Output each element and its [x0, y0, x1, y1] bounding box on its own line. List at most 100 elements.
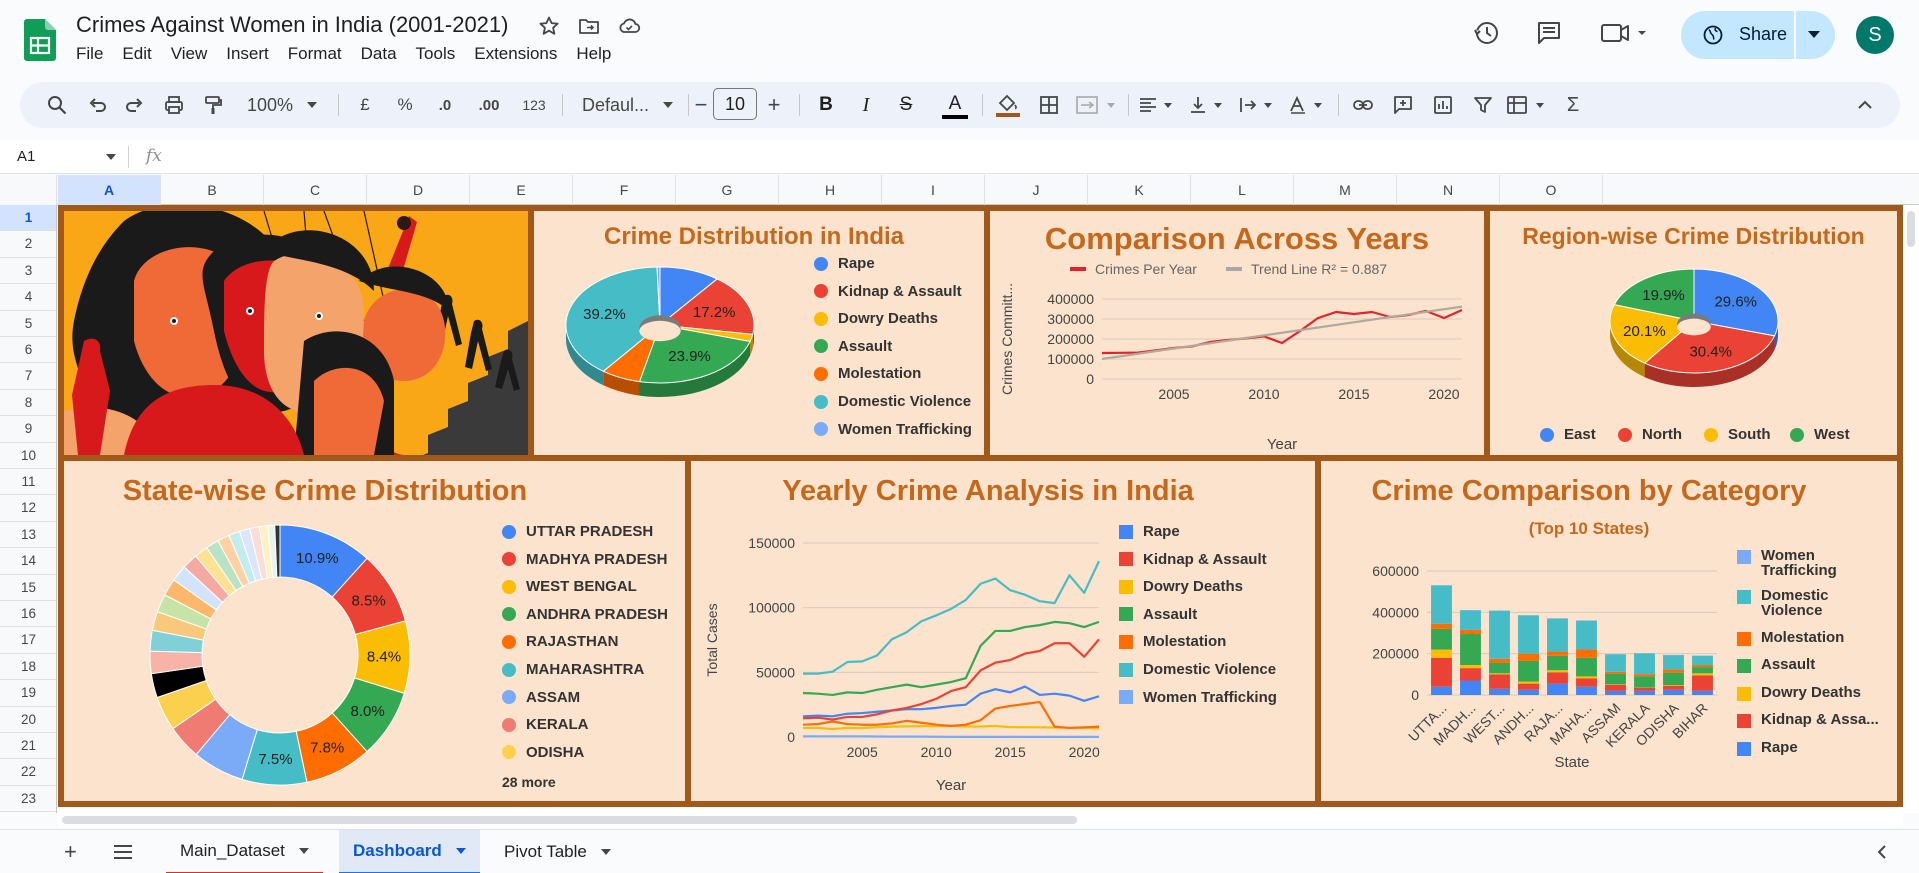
region-pie-chart[interactable]: 29.6% 30.4% 20.1% 19.9% — [1606, 265, 1782, 395]
column-header[interactable]: D — [367, 175, 470, 205]
number-format-button[interactable]: 123 — [514, 82, 554, 128]
row-header[interactable]: 2 — [0, 231, 56, 258]
column-header[interactable]: L — [1191, 175, 1294, 205]
row-header[interactable]: 18 — [0, 654, 56, 681]
text-wrapping-icon[interactable] — [1236, 82, 1280, 128]
row-header[interactable]: 10 — [0, 443, 56, 469]
row-header[interactable]: 23 — [0, 786, 56, 813]
column-header[interactable]: K — [1088, 175, 1191, 205]
text-rotation-icon[interactable] — [1286, 82, 1330, 128]
increase-font-size-button[interactable]: + — [759, 82, 789, 128]
increase-decimal-button[interactable]: .00 — [470, 82, 508, 128]
row-header[interactable]: 1 — [0, 205, 56, 232]
column-header[interactable]: O — [1500, 175, 1603, 205]
share-button[interactable]: Share — [1681, 11, 1835, 59]
column-header[interactable]: I — [882, 175, 985, 205]
fill-color-button[interactable] — [990, 82, 1026, 128]
add-sheet-button[interactable]: + — [64, 830, 77, 873]
currency-format-button[interactable]: £ — [350, 82, 380, 128]
column-header[interactable]: G — [676, 175, 779, 205]
merge-cells-icon[interactable] — [1072, 82, 1122, 128]
name-box-dropdown-icon[interactable] — [106, 154, 116, 160]
column-header[interactable]: A — [58, 175, 161, 205]
state-donut-chart[interactable]: 10.9% 8.5% 8.4% 8.0% 7.8% 7.5% — [148, 523, 412, 787]
bold-button[interactable]: B — [810, 82, 842, 128]
row-header[interactable]: 9 — [0, 416, 56, 443]
filter-views-icon[interactable] — [1504, 82, 1554, 128]
row-header[interactable]: 22 — [0, 759, 56, 786]
row-header[interactable]: 11 — [0, 469, 56, 496]
category-stacked-bar-chart[interactable]: 0200000400000600000UTTA...MADH...WEST...… — [1321, 541, 1731, 801]
print-icon[interactable] — [157, 82, 191, 128]
search-menus-icon[interactable] — [40, 82, 74, 128]
column-header[interactable]: N — [1397, 175, 1500, 205]
row-header[interactable]: 15 — [0, 575, 56, 601]
decrease-font-size-button[interactable]: − — [686, 82, 716, 128]
row-header[interactable]: 19 — [0, 680, 56, 707]
row-header[interactable]: 24 — [0, 812, 56, 813]
star-icon[interactable] — [537, 14, 561, 38]
sheet-tab-pivot-table[interactable]: Pivot Table — [490, 830, 625, 873]
menu-view[interactable]: View — [171, 44, 217, 64]
comparison-line-chart[interactable]: 0 100000 200000 300000 400000 2005 2010 2015 202… — [990, 281, 1484, 455]
row-header[interactable]: 13 — [0, 522, 56, 549]
row-header[interactable]: 5 — [0, 311, 56, 337]
column-header[interactable]: B — [161, 175, 264, 205]
redo-icon[interactable] — [118, 82, 152, 128]
menu-help[interactable]: Help — [576, 44, 620, 64]
crime-distribution-pie-chart[interactable]: 17.2% 23.9% 39.2% — [564, 261, 764, 411]
cloud-status-icon[interactable] — [617, 14, 641, 38]
column-header[interactable]: H — [779, 175, 882, 205]
chevron-down-icon[interactable] — [298, 848, 309, 854]
menu-tools[interactable]: Tools — [416, 44, 465, 64]
share-dropdown-icon[interactable] — [1807, 30, 1821, 40]
text-color-button[interactable]: A — [938, 82, 972, 128]
row-header[interactable]: 21 — [0, 733, 56, 760]
select-all-corner[interactable] — [0, 175, 57, 205]
all-sheets-button[interactable] — [112, 830, 134, 873]
column-header[interactable]: E — [470, 175, 573, 205]
row-header[interactable]: 3 — [0, 258, 56, 285]
horizontal-scroll-thumb[interactable] — [62, 816, 1077, 824]
comment-icon[interactable] — [1534, 18, 1564, 48]
chevron-down-icon[interactable] — [600, 849, 611, 855]
borders-icon[interactable] — [1032, 82, 1066, 128]
row-header[interactable]: 4 — [0, 284, 56, 311]
legend-more-link[interactable]: 28 more — [502, 774, 556, 790]
menu-file[interactable]: File — [76, 44, 112, 64]
zoom-select[interactable]: 100% — [242, 82, 322, 128]
menu-insert[interactable]: Insert — [226, 44, 278, 64]
vertical-scroll-thumb[interactable] — [1907, 211, 1915, 247]
row-header[interactable]: 7 — [0, 363, 56, 390]
row-header[interactable]: 17 — [0, 627, 56, 654]
avatar[interactable]: S — [1856, 16, 1894, 54]
column-header[interactable]: M — [1294, 175, 1397, 205]
chevron-down-icon[interactable] — [455, 848, 466, 854]
vertical-scrollbar[interactable] — [1903, 205, 1919, 813]
insert-chart-icon[interactable] — [1426, 82, 1460, 128]
column-header[interactable]: J — [985, 175, 1088, 205]
vertical-align-icon[interactable] — [1186, 82, 1230, 128]
column-header[interactable]: C — [264, 175, 367, 205]
row-header[interactable]: 16 — [0, 601, 56, 628]
row-header[interactable]: 14 — [0, 548, 56, 575]
row-header[interactable]: 6 — [0, 337, 56, 364]
meet-video-icon[interactable] — [1600, 18, 1648, 48]
yearly-line-chart[interactable]: 0 50000 100000 150000 2005 2010 2015 2020 Year To… — [691, 511, 1121, 801]
menu-extensions[interactable]: Extensions — [474, 44, 566, 64]
undo-icon[interactable] — [80, 82, 114, 128]
row-header[interactable]: 8 — [0, 390, 56, 417]
menu-data[interactable]: Data — [361, 44, 406, 64]
sheets-logo-icon[interactable] — [24, 19, 56, 61]
decrease-decimal-button[interactable]: .0 — [428, 82, 462, 128]
insert-comment-icon[interactable] — [1386, 82, 1420, 128]
document-title[interactable]: Crimes Against Women in India (2001-2021… — [76, 12, 508, 38]
sheet-tab-main-dataset[interactable]: Main_Dataset — [166, 830, 323, 873]
move-folder-icon[interactable] — [577, 14, 601, 38]
collapse-toolbar-icon[interactable] — [1850, 82, 1880, 128]
align-left-icon[interactable] — [1136, 82, 1180, 128]
paint-format-icon[interactable] — [196, 82, 230, 128]
font-family-select[interactable]: Defaul... — [572, 82, 682, 128]
strikethrough-button[interactable]: S — [890, 82, 922, 128]
row-header[interactable]: 12 — [0, 495, 56, 522]
